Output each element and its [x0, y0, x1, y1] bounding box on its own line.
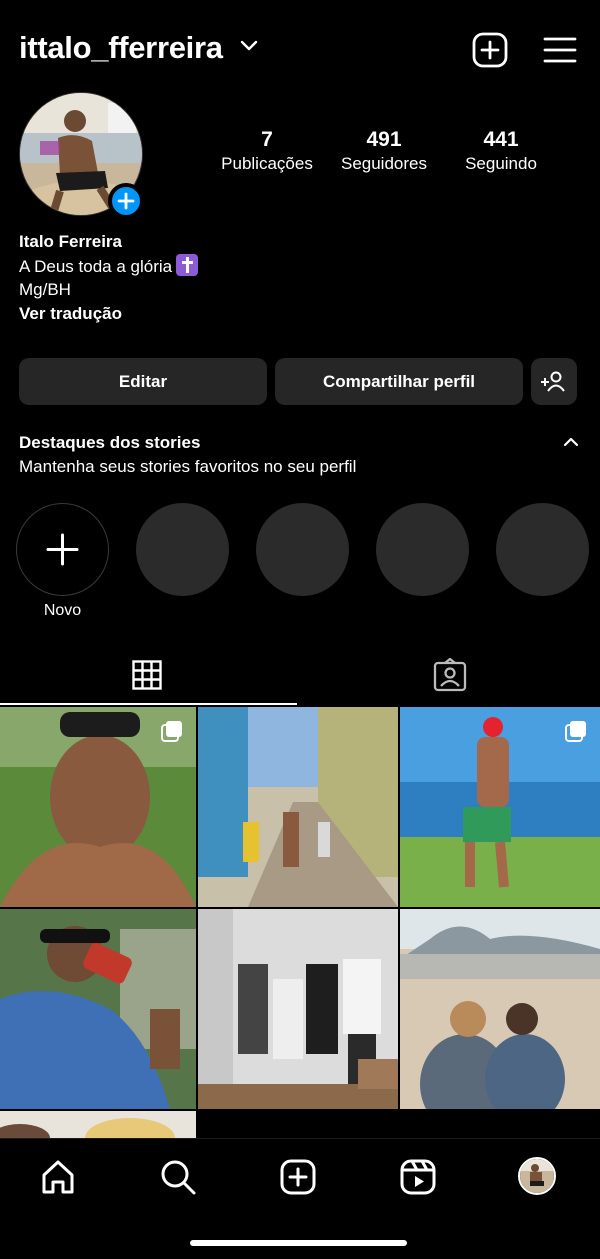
plus-icon: [46, 533, 79, 566]
home-indicator: [190, 1240, 407, 1246]
stat-posts[interactable]: 7 Publicações: [207, 128, 327, 174]
discover-people-button[interactable]: [531, 358, 577, 405]
post-image: [400, 909, 600, 1109]
active-tab-indicator: [0, 703, 297, 705]
bio-location: Mg/BH: [19, 280, 71, 299]
post-thumbnail[interactable]: [198, 909, 398, 1109]
create-plus-icon[interactable]: [472, 32, 508, 68]
home-icon[interactable]: [38, 1157, 78, 1197]
tagged-icon: [433, 658, 467, 692]
edit-profile-button[interactable]: Editar: [19, 358, 267, 405]
create-icon[interactable]: [278, 1157, 318, 1197]
profile-avatar[interactable]: [518, 1157, 556, 1195]
grid-icon: [132, 660, 162, 690]
profile-photo: [520, 1159, 554, 1193]
plus-icon: [117, 192, 135, 210]
bio-line: A Deus toda a glória: [19, 253, 199, 279]
post-image: [0, 1111, 196, 1138]
post-image: [0, 909, 196, 1109]
post-image: [198, 909, 398, 1109]
post-thumbnail[interactable]: [0, 707, 196, 907]
highlight-placeholder: [376, 503, 469, 596]
add-person-icon: [541, 371, 565, 392]
chevron-down-icon[interactable]: [240, 40, 258, 52]
post-thumbnail[interactable]: [0, 909, 196, 1109]
menu-icon[interactable]: [543, 36, 577, 64]
post-thumbnail[interactable]: [198, 707, 398, 907]
carousel-icon: [161, 721, 182, 742]
username-switcher[interactable]: ittalo_fferreira: [19, 30, 223, 66]
stat-following[interactable]: 441 Seguindo: [441, 128, 561, 174]
highlights-title: Destaques dos stories: [19, 433, 201, 452]
see-translation-link[interactable]: Ver tradução: [19, 302, 198, 326]
add-story-button[interactable]: [108, 183, 144, 219]
chevron-up-icon[interactable]: [563, 436, 579, 448]
post-thumbnail[interactable]: [400, 909, 600, 1109]
stat-followers[interactable]: 491 Seguidores: [324, 128, 444, 174]
reels-icon[interactable]: [398, 1157, 438, 1197]
new-highlight-button[interactable]: [16, 503, 109, 596]
display-name: Italo Ferreira: [19, 232, 122, 251]
tab-tagged[interactable]: [300, 650, 600, 705]
top-bar: ittalo_fferreira: [0, 0, 600, 100]
share-profile-button[interactable]: Compartilhar perfil: [275, 358, 523, 405]
post-thumbnail[interactable]: [400, 707, 600, 907]
highlight-placeholder: [136, 503, 229, 596]
tab-posts-grid[interactable]: [0, 650, 297, 705]
highlights-subtitle: Mantenha seus stories favoritos no seu p…: [19, 457, 357, 476]
search-icon[interactable]: [158, 1157, 198, 1197]
bio: Italo Ferreira A Deus toda a glória Mg/B…: [19, 230, 199, 326]
highlight-placeholder: [496, 503, 589, 596]
post-image: [198, 707, 398, 907]
new-highlight-label: Novo: [43, 602, 82, 619]
post-thumbnail[interactable]: [0, 1111, 196, 1138]
highlight-placeholder: [256, 503, 349, 596]
carousel-icon: [565, 721, 586, 742]
latin-cross-icon: [176, 253, 199, 276]
